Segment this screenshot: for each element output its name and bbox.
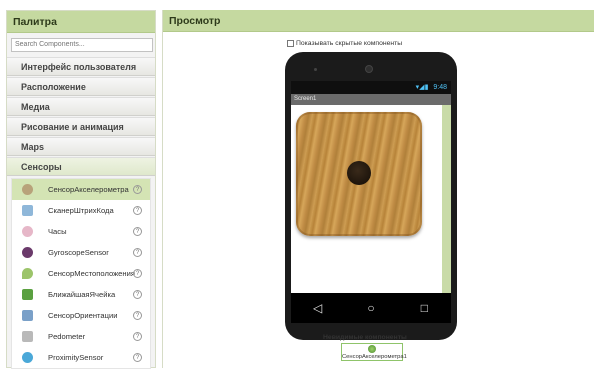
android-nav-bar: ◁ ○ □ <box>291 293 451 323</box>
category-user-interface[interactable]: Интерфейс пользователя <box>7 56 155 76</box>
viewer-panel: Просмотр Показывать скрытые компоненты ▾… <box>162 10 594 368</box>
palette-item-label: Pedometer <box>48 331 86 341</box>
category-maps[interactable]: Maps <box>7 136 155 156</box>
category-media[interactable]: Медиа <box>7 96 155 116</box>
recent-apps-icon[interactable]: □ <box>412 301 436 315</box>
status-time: 9:48 <box>433 84 447 91</box>
palette-item-clock[interactable]: Часы ? <box>12 221 150 242</box>
show-hidden-label: Показывать скрытые компоненты <box>296 40 403 47</box>
show-hidden-components-toggle[interactable]: Показывать скрытые компоненты <box>287 40 402 47</box>
back-icon[interactable]: ◁ <box>306 301 330 315</box>
invisible-component-accelerometer[interactable]: СенсорАкселерометра1 <box>341 343 407 361</box>
help-icon[interactable]: ? <box>133 331 142 341</box>
help-icon[interactable]: ? <box>133 310 142 320</box>
phone-screen: ▾◢▮ 9:48 Screen1 <box>291 81 451 293</box>
category-layout[interactable]: Расположение <box>7 76 155 96</box>
orientation-sensor-icon <box>22 309 33 321</box>
app-inventor-designer: Палитра Интерфейс пользователя Расположе… <box>0 0 594 371</box>
palette-item-label: СенсорАкселерометра <box>48 184 129 194</box>
barcode-scanner-icon <box>22 204 33 216</box>
palette-item-label: СенсорОриентации <box>48 310 118 320</box>
palette-item-nearfield[interactable]: БлижайшаяЯчейка ? <box>12 284 150 305</box>
dice-image[interactable] <box>296 112 422 236</box>
clock-icon <box>22 225 33 237</box>
help-icon[interactable]: ? <box>133 205 142 215</box>
proximity-sensor-icon <box>22 351 33 363</box>
palette-item-label: Часы <box>48 226 67 236</box>
help-icon[interactable]: ? <box>133 289 142 299</box>
show-hidden-checkbox[interactable] <box>287 40 294 47</box>
accelerometer-icon <box>368 345 376 353</box>
status-bar: ▾◢▮ 9:48 <box>291 81 451 94</box>
signal-icon: ▾◢▮ <box>415 84 429 91</box>
palette-item-label: ProximitySensor <box>48 352 104 362</box>
palette-item-label: БлижайшаяЯчейка <box>48 289 116 299</box>
sensor-items-list: СенсорАкселерометра ? СканерШтрихКода ? … <box>11 177 151 369</box>
phone-mockup: ▾◢▮ 9:48 Screen1 ◁ ○ □ <box>285 52 457 340</box>
home-icon[interactable]: ○ <box>359 301 383 315</box>
palette-panel: Палитра Интерфейс пользователя Расположе… <box>6 10 156 369</box>
nearfield-icon <box>22 288 33 300</box>
palette-item-gyroscope[interactable]: GyroscopeSensor ? <box>12 242 150 263</box>
help-icon[interactable]: ? <box>133 226 142 236</box>
screen-content <box>291 105 442 293</box>
palette-item-pedometer[interactable]: Pedometer ? <box>12 326 150 347</box>
invisible-components-label: Невидимые компоненты <box>323 334 407 341</box>
phone-sensor <box>365 65 373 73</box>
invisible-component-label: СенсорАкселерометра1 <box>342 354 407 360</box>
palette-item-location-sensor[interactable]: СенсорМестоположения ? <box>12 263 150 284</box>
palette-item-accelerometer[interactable]: СенсорАкселерометра ? <box>12 178 150 200</box>
palette-title: Палитра <box>7 11 155 33</box>
help-icon[interactable]: ? <box>133 352 142 362</box>
palette-item-orientation-sensor[interactable]: СенсорОриентации ? <box>12 305 150 326</box>
pedometer-icon <box>22 330 33 342</box>
accelerometer-icon <box>22 183 33 195</box>
dice-pip <box>347 161 371 185</box>
category-sensors[interactable]: Сенсоры <box>7 156 155 176</box>
screen-title: Screen1 <box>291 94 451 105</box>
help-icon[interactable]: ? <box>133 184 142 194</box>
palette-item-label: GyroscopeSensor <box>48 247 109 257</box>
help-icon[interactable]: ? <box>133 247 142 257</box>
palette-item-barcode-scanner[interactable]: СканерШтрихКода ? <box>12 200 150 221</box>
help-icon[interactable]: ? <box>133 268 142 278</box>
palette-item-label: СенсорМестоположения <box>48 268 135 278</box>
palette-item-label: СканерШтрихКода <box>48 205 114 215</box>
front-camera <box>314 68 317 71</box>
palette-item-proximity-sensor[interactable]: ProximitySensor ? <box>12 347 150 368</box>
search-components-input[interactable] <box>11 37 153 52</box>
screen-scrollbar[interactable] <box>442 105 451 293</box>
viewer-title: Просмотр <box>163 10 594 32</box>
category-drawing-animation[interactable]: Рисование и анимация <box>7 116 155 136</box>
gyroscope-icon <box>22 246 33 258</box>
location-sensor-icon <box>22 267 33 279</box>
